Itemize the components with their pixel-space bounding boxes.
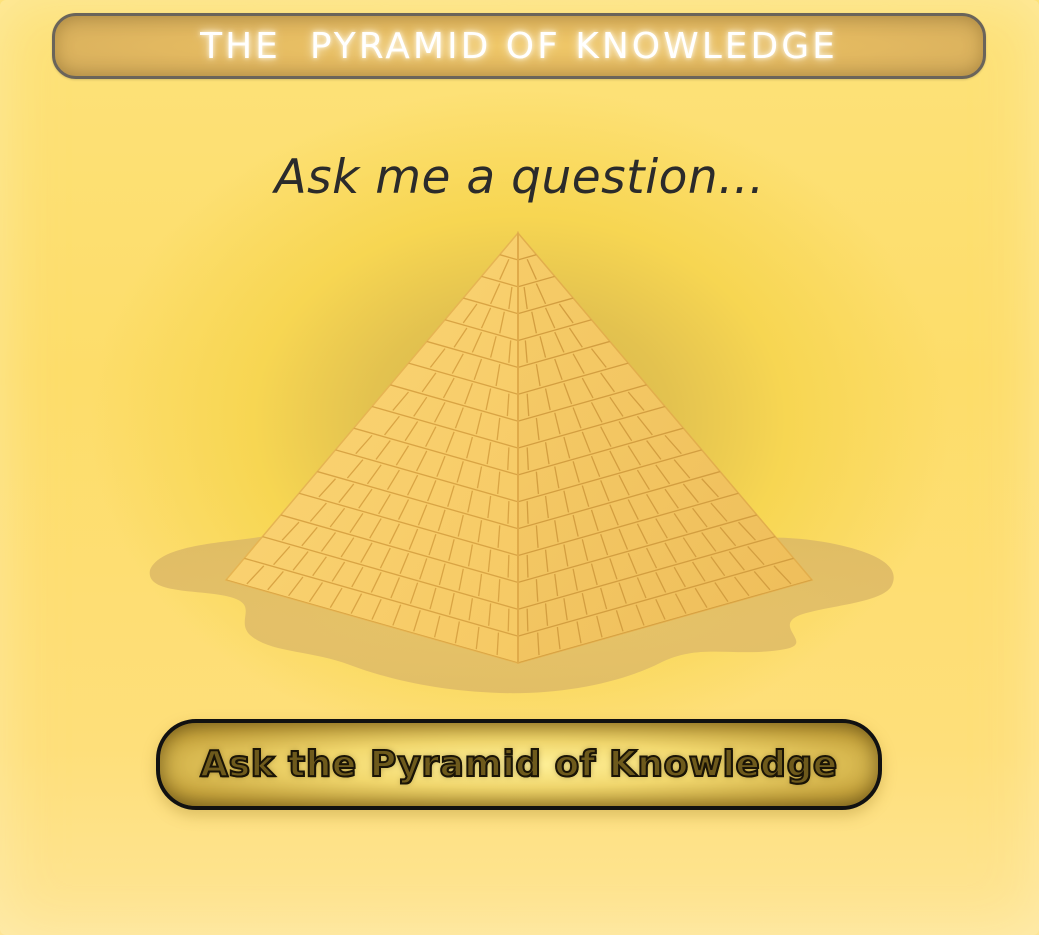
question-prompt: Ask me a question... xyxy=(274,150,765,205)
title-banner: THE PYRAMID OF KNOWLEDGE xyxy=(52,13,986,79)
pyramid-icon xyxy=(140,225,900,705)
ask-pyramid-button-label: Ask the Pyramid of Knowledge xyxy=(199,743,838,786)
page-title: THE PYRAMID OF KNOWLEDGE xyxy=(200,25,838,67)
ask-pyramid-button[interactable]: Ask the Pyramid of Knowledge xyxy=(156,719,882,810)
